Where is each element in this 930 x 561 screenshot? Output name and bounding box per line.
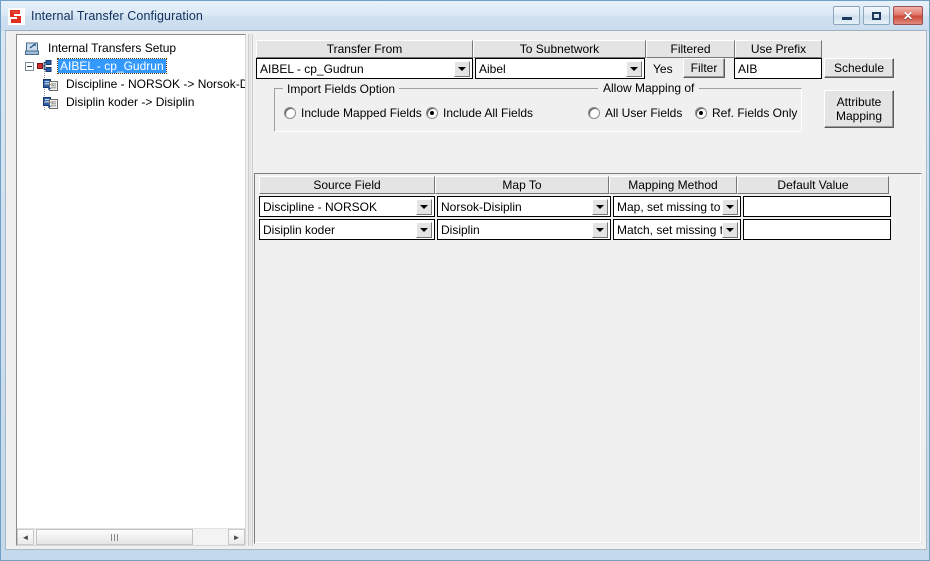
chevron-down-icon[interactable] [626, 61, 642, 77]
tree-item-mapping-2[interactable]: Disiplin koder -> Disiplin [23, 93, 245, 111]
radio-include-mapped-fields-label: Include Mapped Fields [301, 106, 422, 120]
chevron-down-icon[interactable] [454, 61, 470, 77]
scroll-left-arrow-icon[interactable]: ◄ [17, 529, 34, 545]
tree-connector-branch [44, 102, 53, 103]
transfers-tree[interactable]: Internal Transfers Setup AIBEL - cp_Gudr… [17, 35, 245, 528]
row-1-source-field-value: Disiplin koder [263, 222, 336, 237]
grid-col-mapping-method[interactable]: Mapping Method [609, 176, 737, 194]
application-window: Internal Transfer Configuration ✕ Intern… [0, 0, 930, 561]
radio-dot-icon [588, 107, 600, 119]
tree-item-mapping-1-label: Discipline - NORSOK -> Norsok-D [66, 77, 245, 91]
window-controls: ✕ [833, 6, 923, 25]
maximize-icon [872, 11, 881, 20]
attribute-mapping-button[interactable]: Attribute Mapping [824, 90, 894, 128]
title-bar[interactable]: Internal Transfer Configuration ✕ [1, 1, 929, 31]
field-mapping-grid: Source Field Map To Mapping Method Defau… [254, 173, 922, 544]
use-prefix-input[interactable]: AIB [734, 58, 822, 79]
transfer-from-combo[interactable]: AIBEL - cp_Gudrun [256, 58, 473, 79]
grid-col-default-value[interactable]: Default Value [737, 176, 889, 194]
panel-splitter[interactable] [248, 34, 253, 546]
header-filtered[interactable]: Filtered [646, 40, 735, 58]
tree-item-mapping-1[interactable]: Discipline - NORSOK -> Norsok-D [23, 75, 245, 93]
radio-dot-icon [284, 107, 296, 119]
close-button[interactable]: ✕ [893, 6, 923, 25]
row-1-map-to-combo[interactable]: Disiplin [437, 219, 611, 240]
chevron-down-icon[interactable] [592, 222, 608, 238]
radio-include-all-fields[interactable]: Include All Fields [426, 106, 533, 120]
radio-ref-fields-only[interactable]: Ref. Fields Only [695, 106, 797, 120]
setup-folder-icon [25, 42, 39, 55]
scroll-right-arrow-icon[interactable]: ► [228, 529, 245, 545]
transfers-tree-panel: Internal Transfers Setup AIBEL - cp_Gudr… [16, 34, 246, 546]
transfer-node-icon [37, 59, 52, 72]
row-0-map-to-value: Norsok-Disiplin [441, 199, 522, 214]
tree-item-root-label: Internal Transfers Setup [48, 41, 177, 55]
to-subnetwork-value: Aibel [479, 61, 506, 76]
import-fields-group-title: Import Fields Option [283, 82, 400, 96]
row-0-source-field-combo[interactable]: Discipline - NORSOK [259, 196, 435, 217]
use-prefix-value: AIB [738, 61, 758, 76]
row-1-mapping-method-combo[interactable]: Match, set missing to [613, 219, 741, 240]
row-0-source-field-value: Discipline - NORSOK [263, 199, 378, 214]
schedule-button[interactable]: Schedule [824, 58, 894, 78]
header-to-subnetwork[interactable]: To Subnetwork [473, 40, 646, 58]
chevron-down-icon[interactable] [416, 199, 432, 215]
tree-item-aibel-label: AIBEL - cp_Gudrun [57, 58, 167, 74]
tree-expander-icon[interactable] [25, 61, 34, 71]
filter-button[interactable]: Filter [683, 58, 725, 78]
chevron-down-icon[interactable] [722, 222, 738, 238]
radio-dot-icon [426, 107, 438, 119]
tree-horizontal-scrollbar[interactable]: ◄ ► [17, 528, 245, 545]
row-1-map-to-value: Disiplin [441, 222, 480, 237]
scrollbar-thumb[interactable] [36, 529, 193, 545]
chevron-down-icon[interactable] [592, 199, 608, 215]
minimize-button[interactable] [833, 6, 860, 25]
row-1-source-field-combo[interactable]: Disiplin koder [259, 219, 435, 240]
chevron-down-icon[interactable] [416, 222, 432, 238]
row-1-mapping-method-value: Match, set missing to [617, 222, 722, 237]
grip-line [114, 533, 115, 541]
chevron-down-icon[interactable] [722, 199, 738, 215]
radio-include-all-fields-label: Include All Fields [443, 106, 534, 120]
grip-line [117, 533, 118, 541]
row-0-map-to-combo[interactable]: Norsok-Disiplin [437, 196, 611, 217]
row-0-mapping-method-value: Map, set missing to < [617, 199, 722, 214]
allow-mapping-group-title: Allow Mapping of [598, 81, 700, 95]
transfer-from-value: AIBEL - cp_Gudrun [260, 61, 364, 76]
filtered-value: Yes [653, 62, 673, 76]
table-row: Disiplin koder Disiplin Match, set missi… [257, 218, 919, 241]
tree-item-mapping-2-label: Disiplin koder -> Disiplin [66, 95, 195, 109]
minimize-icon [841, 17, 852, 20]
configuration-pane: Transfer From To Subnetwork Filtered Use… [254, 34, 922, 544]
grid-col-map-to[interactable]: Map To [435, 176, 609, 194]
radio-ref-fields-only-label: Ref. Fields Only [712, 106, 798, 120]
app-logo-icon [8, 7, 25, 25]
maximize-button[interactable] [863, 6, 890, 25]
table-row: Discipline - NORSOK Norsok-Disiplin Map,… [257, 195, 919, 218]
client-area: Internal Transfers Setup AIBEL - cp_Gudr… [5, 30, 927, 550]
header-transfer-from[interactable]: Transfer From [256, 40, 473, 58]
radio-dot-icon [695, 107, 707, 119]
scrollbar-track[interactable] [34, 529, 228, 545]
tree-connector-branch [44, 84, 53, 85]
to-subnetwork-combo[interactable]: Aibel [475, 58, 645, 79]
radio-all-user-fields[interactable]: All User Fields [588, 106, 682, 120]
row-0-default-value-input[interactable] [743, 196, 891, 217]
grid-header-row: Source Field Map To Mapping Method Defau… [257, 176, 919, 195]
tree-item-root[interactable]: Internal Transfers Setup [23, 39, 245, 57]
close-icon: ✕ [902, 8, 914, 23]
tree-item-aibel[interactable]: AIBEL - cp_Gudrun [23, 57, 245, 75]
grid-col-source-field[interactable]: Source Field [259, 176, 435, 194]
row-0-mapping-method-combo[interactable]: Map, set missing to < [613, 196, 741, 217]
radio-include-mapped-fields[interactable]: Include Mapped Fields [284, 106, 422, 120]
row-1-default-value-input[interactable] [743, 219, 891, 240]
radio-all-user-fields-label: All User Fields [605, 106, 683, 120]
grip-line [111, 533, 112, 541]
window-title: Internal Transfer Configuration [31, 9, 203, 23]
grid-content: Source Field Map To Mapping Method Defau… [257, 176, 919, 541]
header-use-prefix[interactable]: Use Prefix [735, 40, 822, 58]
